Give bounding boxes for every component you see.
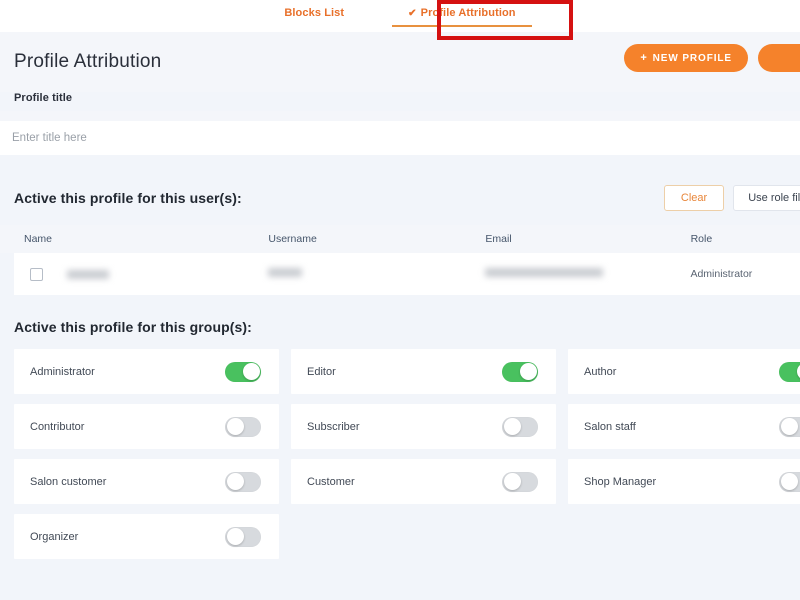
group-toggle-switch[interactable] bbox=[502, 471, 538, 492]
column-header-email: Email bbox=[485, 233, 512, 245]
group-card-label: Contributor bbox=[30, 420, 85, 433]
toggle-knob bbox=[780, 418, 798, 435]
clear-button[interactable]: Clear bbox=[663, 185, 725, 211]
group-toggle-switch[interactable] bbox=[225, 361, 261, 382]
toggle-knob bbox=[242, 363, 260, 380]
group-toggle-switch[interactable] bbox=[225, 416, 261, 437]
group-card-label: Author bbox=[584, 365, 617, 378]
column-header-role: Role bbox=[690, 233, 713, 245]
group-toggle-switch[interactable] bbox=[225, 471, 261, 492]
group-card-label: Salon staff bbox=[584, 420, 636, 433]
users-section: Active this profile for this user(s): Cl… bbox=[0, 181, 800, 295]
group-card[interactable]: Salon staff bbox=[568, 404, 800, 449]
table-row[interactable]: Administrator bbox=[14, 253, 800, 295]
group-card[interactable]: Salon customer bbox=[14, 459, 279, 504]
spacer-band bbox=[0, 155, 800, 181]
groups-section: Active this profile for this group(s): A… bbox=[0, 319, 800, 559]
toggle-knob bbox=[519, 363, 537, 380]
group-toggle-switch[interactable] bbox=[225, 526, 261, 547]
table-cell-username bbox=[267, 268, 485, 280]
group-card[interactable]: Shop Manager bbox=[568, 459, 800, 504]
toggle-knob bbox=[503, 473, 521, 490]
groups-grid: Administrator Editor Author Contributor Subs… bbox=[14, 349, 800, 559]
tab-profile-attribution-label: Profile Attribution bbox=[420, 7, 516, 19]
header-actions: + NEW PROFILE bbox=[624, 44, 800, 72]
group-toggle-switch[interactable] bbox=[779, 361, 800, 382]
user-name-redacted bbox=[67, 269, 109, 279]
active-tab-underline bbox=[392, 25, 532, 27]
app-root: Blocks List ✔ Profile Attribution Profile… bbox=[0, 0, 800, 600]
group-card-label: Editor bbox=[307, 365, 336, 378]
profile-title-label: Profile title bbox=[14, 92, 73, 104]
tab-bar: Blocks List ✔ Profile Attribution bbox=[0, 0, 800, 32]
group-card-label: Salon customer bbox=[30, 475, 107, 488]
table-cell-email bbox=[485, 268, 690, 280]
toggle-knob bbox=[503, 418, 521, 435]
group-card[interactable]: Subscriber bbox=[291, 404, 556, 449]
group-card-label: Organizer bbox=[30, 530, 79, 543]
users-section-header: Active this profile for this user(s): Cl… bbox=[0, 181, 800, 215]
toggle-knob bbox=[226, 418, 244, 435]
group-card[interactable]: Editor bbox=[291, 349, 556, 394]
users-filter-group: Clear Use role filter bbox=[663, 185, 800, 211]
group-card[interactable]: Administrator bbox=[14, 349, 279, 394]
row-select-checkbox[interactable] bbox=[30, 267, 43, 281]
users-section-heading: Active this profile for this user(s): bbox=[14, 190, 242, 206]
new-profile-button-label: NEW PROFILE bbox=[652, 52, 732, 64]
users-table: Name Username Email Role Administrator bbox=[0, 225, 800, 295]
check-icon: ✔ bbox=[408, 8, 417, 19]
group-toggle-switch[interactable] bbox=[502, 416, 538, 437]
group-card[interactable]: Author bbox=[568, 349, 800, 394]
group-card-label: Subscriber bbox=[307, 420, 360, 433]
user-username-redacted bbox=[267, 268, 302, 277]
group-card[interactable]: Contributor bbox=[14, 404, 279, 449]
clear-button-label: Clear bbox=[680, 192, 708, 204]
toggle-knob bbox=[226, 473, 244, 490]
secondary-action-button[interactable] bbox=[758, 44, 800, 72]
use-role-filter-button-label: Use role filter bbox=[748, 192, 800, 204]
toggle-knob bbox=[226, 528, 244, 545]
toggle-knob bbox=[780, 473, 798, 490]
tab-blocks-list[interactable]: Blocks List bbox=[282, 4, 346, 27]
new-profile-button[interactable]: + NEW PROFILE bbox=[624, 44, 748, 72]
group-toggle-switch[interactable] bbox=[779, 416, 800, 437]
table-cell-name bbox=[14, 267, 268, 281]
profile-title-section: Profile title bbox=[0, 92, 800, 104]
users-table-header-row: Name Username Email Role bbox=[0, 225, 800, 253]
group-card[interactable]: Customer bbox=[291, 459, 556, 504]
column-header-name: Name bbox=[24, 233, 53, 245]
group-card[interactable]: Organizer bbox=[14, 514, 279, 559]
column-header-username: Username bbox=[268, 233, 317, 245]
profile-title-field-wrap bbox=[0, 111, 800, 155]
profile-title-input[interactable] bbox=[0, 121, 800, 155]
tab-blocks-list-label: Blocks List bbox=[284, 7, 345, 19]
page-title: Profile Attribution bbox=[14, 51, 162, 72]
group-toggle-switch[interactable] bbox=[779, 471, 800, 492]
use-role-filter-button[interactable]: Use role filter bbox=[733, 185, 800, 211]
toggle-knob bbox=[796, 363, 800, 380]
group-toggle-switch[interactable] bbox=[502, 361, 538, 382]
group-card-label: Customer bbox=[307, 475, 355, 488]
group-card-label: Shop Manager bbox=[584, 475, 657, 488]
group-card-label: Administrator bbox=[30, 365, 95, 378]
plus-icon: + bbox=[640, 52, 648, 64]
groups-section-heading: Active this profile for this group(s): bbox=[14, 319, 252, 335]
table-cell-role: Administrator bbox=[690, 268, 753, 280]
user-email-redacted bbox=[485, 268, 604, 277]
page-header: Profile Attribution + NEW PROFILE bbox=[0, 32, 800, 92]
tab-profile-attribution[interactable]: ✔ Profile Attribution bbox=[392, 4, 532, 27]
